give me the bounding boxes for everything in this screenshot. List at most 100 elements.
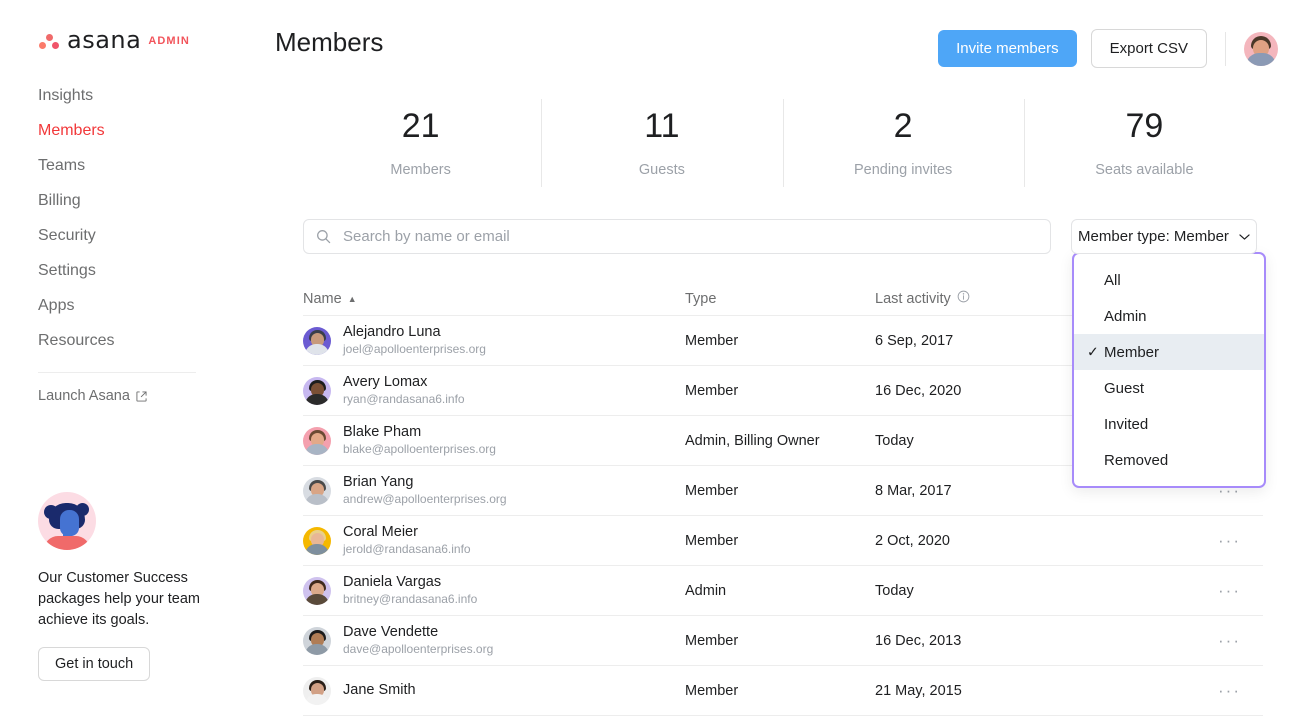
stat-label: Guests <box>638 162 685 178</box>
stat-value: 21 <box>401 107 440 145</box>
column-header-name[interactable]: Name ▲ <box>303 291 685 307</box>
member-name: Avery Lomax <box>343 374 428 391</box>
sidebar-item-members[interactable]: Members <box>0 113 272 148</box>
stat-members: 21 Members <box>300 95 541 193</box>
sidebar-item-teams[interactable]: Teams <box>0 148 272 183</box>
stat-seats-available: 79 Seats available <box>1023 95 1265 193</box>
column-header-label: Name <box>303 290 342 307</box>
member-identity: Coral Meier jerold@randasana6.info <box>303 523 685 558</box>
dropdown-option-label: Member <box>1104 343 1160 361</box>
stat-label: Members <box>390 162 451 178</box>
member-last-activity: 21 May, 2015 <box>875 682 962 699</box>
asana-admin-logo[interactable]: asana ADMIN <box>38 26 190 54</box>
member-type: Member <box>685 382 739 399</box>
avatar <box>303 376 331 405</box>
member-type-dropdown-menu: All Admin ✓ Member Guest Invited Removed <box>1072 252 1266 488</box>
member-type: Admin, Billing Owner <box>685 432 820 449</box>
avatar <box>303 326 331 355</box>
promo-illustration-icon <box>38 492 96 550</box>
sidebar-item-settings[interactable]: Settings <box>0 253 272 288</box>
search-box[interactable] <box>303 219 1051 254</box>
sidebar-item-insights[interactable]: Insights <box>0 78 272 113</box>
avatar <box>303 526 331 555</box>
member-type: Member <box>685 332 739 349</box>
member-type: Member <box>685 532 739 549</box>
dropdown-option-removed[interactable]: Removed <box>1074 442 1264 478</box>
stats-row: 21 Members 11 Guests 2 Pending invites 7… <box>300 95 1265 193</box>
launch-asana-label: Launch Asana <box>38 388 130 404</box>
member-email: joel@apolloenterprises.org <box>343 342 486 357</box>
dropdown-option-label: All <box>1104 271 1121 289</box>
row-actions-menu-button[interactable]: ··· <box>1115 631 1263 651</box>
table-row[interactable]: Daniela Vargas britney@randasana6.info A… <box>303 566 1263 616</box>
search-input[interactable] <box>341 227 1038 246</box>
member-email: jerold@randasana6.info <box>343 542 471 557</box>
sidebar-item-security[interactable]: Security <box>0 218 272 253</box>
sidebar-item-billing[interactable]: Billing <box>0 183 272 218</box>
table-row[interactable]: Dave Vendette dave@apolloenterprises.org… <box>303 616 1263 666</box>
member-last-activity: Today <box>875 582 914 599</box>
dropdown-option-member[interactable]: ✓ Member <box>1074 334 1264 370</box>
member-type-filter-button[interactable]: Member type: Member <box>1071 219 1257 254</box>
member-name: Jane Smith <box>343 682 416 699</box>
dropdown-option-invited[interactable]: Invited <box>1074 406 1264 442</box>
member-email: britney@randasana6.info <box>343 592 478 607</box>
stat-guests: 11 Guests <box>541 95 782 193</box>
avatar <box>303 476 331 505</box>
get-in-touch-button[interactable]: Get in touch <box>38 647 151 682</box>
member-last-activity: 16 Dec, 2013 <box>875 632 962 649</box>
column-header-type[interactable]: Type <box>685 291 875 307</box>
member-type-filter-label: Member type: Member <box>1078 228 1229 245</box>
sort-ascending-icon: ▲ <box>347 293 357 304</box>
column-header-label: Last activity <box>875 290 951 307</box>
member-identity: Jane Smith <box>303 676 685 705</box>
stat-pending-invites: 2 Pending invites <box>782 95 1024 193</box>
dropdown-option-label: Invited <box>1104 415 1149 433</box>
external-link-icon <box>136 390 147 402</box>
member-email: blake@apolloenterprises.org <box>343 442 496 457</box>
dropdown-option-all[interactable]: All <box>1074 262 1264 298</box>
invite-members-button[interactable]: Invite members <box>938 30 1077 67</box>
dropdown-option-label: Guest <box>1104 379 1145 397</box>
avatar <box>303 576 331 605</box>
search-icon <box>316 229 331 244</box>
check-icon: ✓ <box>1087 343 1099 360</box>
member-email: dave@apolloenterprises.org <box>343 642 494 657</box>
dropdown-option-admin[interactable]: Admin <box>1074 298 1264 334</box>
sidebar-item-resources[interactable]: Resources <box>0 323 272 358</box>
member-identity: Blake Pham blake@apolloenterprises.org <box>303 423 685 458</box>
dropdown-option-label: Removed <box>1104 451 1169 469</box>
member-type: Admin <box>685 582 727 599</box>
member-identity: Brian Yang andrew@apolloenterprises.org <box>303 473 685 508</box>
member-type: Member <box>685 482 739 499</box>
sidebar-item-apps[interactable]: Apps <box>0 288 272 323</box>
member-name: Alejandro Luna <box>343 324 441 341</box>
row-actions-menu-button[interactable]: ··· <box>1115 531 1263 551</box>
stat-value: 79 <box>1125 107 1164 145</box>
promo-text: Our Customer Success packages help your … <box>38 570 201 629</box>
user-avatar[interactable] <box>1244 31 1278 66</box>
dropdown-option-guest[interactable]: Guest <box>1074 370 1264 406</box>
avatar <box>303 676 331 705</box>
stat-value: 11 <box>644 107 680 145</box>
avatar <box>303 626 331 655</box>
stat-label: Seats available <box>1095 162 1194 178</box>
export-csv-button[interactable]: Export CSV <box>1090 29 1207 68</box>
avatar <box>303 426 331 455</box>
member-email: ryan@randasana6.info <box>343 392 465 407</box>
stat-label: Pending invites <box>853 162 953 178</box>
table-row[interactable]: Jane Smith Member 21 May, 2015 ··· <box>303 666 1263 716</box>
member-name: Dave Vendette <box>343 624 439 641</box>
row-actions-menu-button[interactable]: ··· <box>1115 681 1263 701</box>
sidebar-item-launch-asana[interactable]: Launch Asana <box>0 385 272 407</box>
row-actions-menu-button[interactable]: ··· <box>1115 581 1263 601</box>
column-header-label: Type <box>685 290 717 307</box>
table-row[interactable]: Coral Meier jerold@randasana6.info Membe… <box>303 516 1263 566</box>
brand-admin-tag: ADMIN <box>148 35 190 47</box>
member-name: Coral Meier <box>343 524 418 541</box>
member-email: andrew@apolloenterprises.org <box>343 492 507 507</box>
member-name: Daniela Vargas <box>343 574 442 591</box>
info-icon[interactable] <box>957 290 970 307</box>
sidebar: asana ADMIN Insights Members Teams Billi… <box>0 0 272 728</box>
brand-wordmark: asana <box>67 26 142 54</box>
